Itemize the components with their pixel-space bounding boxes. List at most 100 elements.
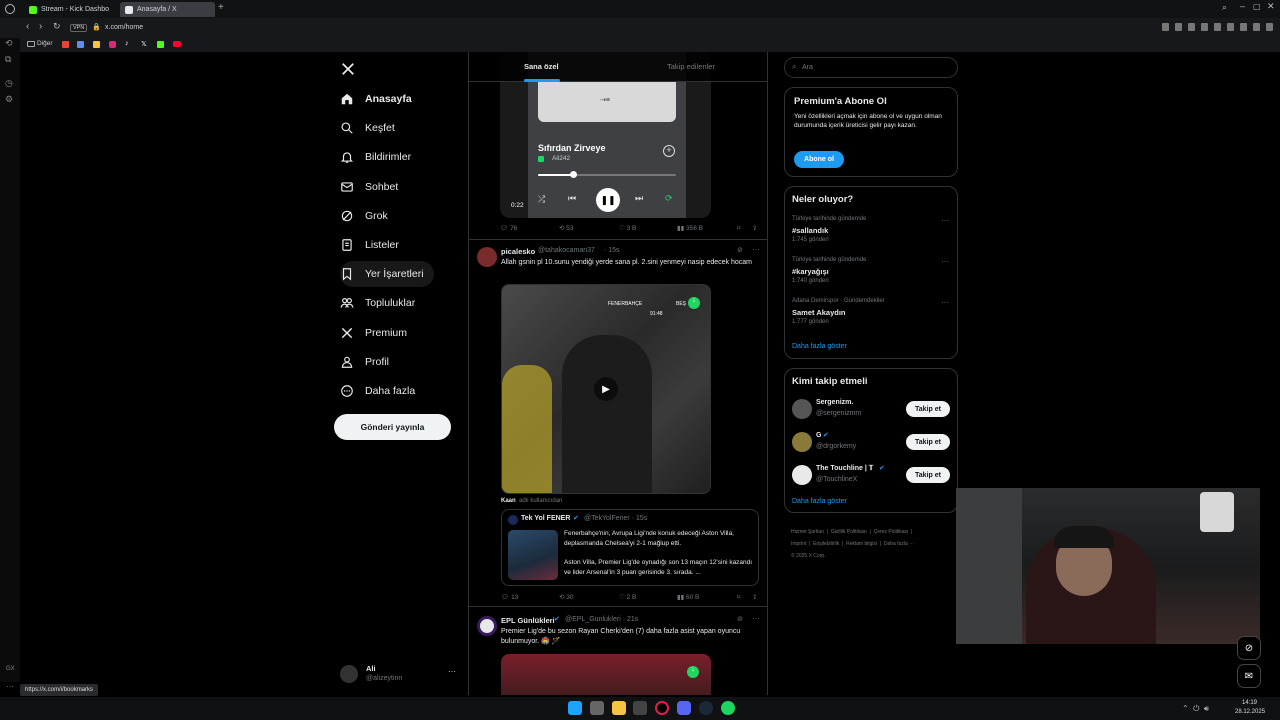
- follow-button[interactable]: Takip et: [906, 434, 950, 450]
- spotify-progress-track[interactable]: [538, 174, 676, 176]
- download-icon[interactable]: ↓: [687, 666, 699, 678]
- extension-icon[interactable]: [1162, 23, 1169, 31]
- grok-floating-icon[interactable]: ⊘: [1237, 636, 1261, 660]
- like-action[interactable]: ♡ 2 B: [619, 593, 636, 601]
- grok-icon[interactable]: ⊘: [737, 615, 743, 623]
- nav-item-7[interactable]: Yer İşaretleri: [340, 261, 434, 288]
- nav-item-5[interactable]: Grok: [340, 203, 388, 229]
- nav-item-10[interactable]: Profil: [340, 349, 389, 375]
- taskbar-time[interactable]: 14:19: [1242, 700, 1257, 706]
- search-input[interactable]: Ara: [802, 64, 813, 71]
- add-to-library-icon[interactable]: +: [663, 145, 675, 157]
- nav-item-3[interactable]: Bildirimler: [340, 144, 411, 170]
- browser-tab-x[interactable]: Anasayfa / X: [120, 2, 215, 17]
- footer-link[interactable]: Çerez Politikası: [874, 529, 909, 535]
- extension-icon[interactable]: [1175, 23, 1182, 31]
- bookmark-teams-icon[interactable]: [77, 41, 84, 48]
- address-bar[interactable]: x.com/home: [105, 24, 143, 31]
- post-more-icon[interactable]: ···: [752, 245, 760, 254]
- author-handle[interactable]: @EPL_Gunlukleri · 21s: [565, 616, 638, 623]
- forward-icon[interactable]: ›: [39, 21, 42, 32]
- app-icon[interactable]: [633, 701, 647, 715]
- avatar[interactable]: [792, 465, 812, 485]
- trends-show-more[interactable]: Daha fazla göster: [792, 343, 847, 350]
- trend-more-icon[interactable]: ···: [941, 216, 949, 225]
- browser-tab-kick[interactable]: Stream - Kick Dashbo: [24, 2, 116, 17]
- discord-icon[interactable]: [677, 701, 691, 715]
- sidebar-more-icon[interactable]: ···: [6, 682, 14, 691]
- bookmark-folder-icon[interactable]: [93, 41, 100, 48]
- account-switcher[interactable]: Ali @alizeytinn ···: [338, 662, 458, 688]
- author-handle[interactable]: @tahakocaman37: [538, 247, 595, 254]
- reload-icon[interactable]: ↻: [53, 21, 61, 32]
- back-icon[interactable]: ‹: [26, 21, 29, 32]
- account-more-icon[interactable]: ···: [448, 667, 456, 676]
- nav-item-11[interactable]: Daha fazla: [340, 378, 415, 404]
- post-time[interactable]: · 15s: [604, 247, 620, 254]
- follow-button[interactable]: Takip et: [906, 401, 950, 417]
- avatar[interactable]: [477, 616, 497, 636]
- extension-icon[interactable]: [1227, 23, 1234, 31]
- trend-more-icon[interactable]: ···: [941, 257, 949, 266]
- footer-link[interactable]: Hizmet Şartları: [791, 529, 824, 535]
- author-name[interactable]: EPL Günlükleri: [501, 616, 555, 625]
- taskbar-date[interactable]: 28.12.2025: [1235, 709, 1265, 715]
- bookmark-gmail-icon[interactable]: [62, 41, 69, 48]
- post-epl[interactable]: EPL Günlükleri ✔ @EPL_Gunlukleri · 21s ⊘…: [469, 608, 767, 695]
- nav-item-8[interactable]: Topluluklar: [340, 290, 415, 316]
- settings-gear-icon[interactable]: ⚙: [5, 94, 13, 105]
- post-picalesko[interactable]: picalesko @tahakocaman37 · 15s ⊘ ··· All…: [469, 241, 767, 607]
- repeat-icon[interactable]: ⟳: [665, 193, 673, 204]
- shuffle-icon[interactable]: ⤮: [538, 194, 545, 205]
- post-image[interactable]: ↓: [501, 654, 711, 695]
- follow-suggestion[interactable]: The Touchline | 𝐓 ✔ @TouchlineX Takip et: [792, 462, 954, 490]
- tab-following[interactable]: Takip edilenler: [667, 62, 715, 71]
- messages-floating-icon[interactable]: ✉: [1237, 664, 1261, 688]
- reply-action[interactable]: 💬︎ 76: [500, 224, 517, 232]
- footer-link[interactable]: Gizlilik Politikası: [831, 529, 867, 535]
- repost-action[interactable]: ⟲ 30: [559, 593, 574, 601]
- post-video[interactable]: FENERBAHÇE BEŞ 91:48 ↓ ▶: [501, 284, 711, 494]
- author-name[interactable]: picalesko: [501, 247, 535, 256]
- tab-for-you[interactable]: Sana özel: [524, 62, 559, 71]
- grok-icon[interactable]: ⊘: [737, 246, 743, 254]
- bookmark-kick-icon[interactable]: [157, 41, 164, 48]
- post-button[interactable]: Gönderi yayınla: [334, 414, 451, 440]
- bookmark-youtube-icon[interactable]: [173, 41, 181, 47]
- nav-item-2[interactable]: Keşfet: [340, 115, 395, 141]
- clock-icon[interactable]: ◷: [5, 78, 13, 89]
- file-explorer-icon[interactable]: [612, 701, 626, 715]
- play-video-icon[interactable]: ▶: [594, 377, 618, 401]
- extension-icon[interactable]: [1253, 23, 1260, 31]
- maximize-icon[interactable]: ▢: [1253, 2, 1261, 11]
- sidebar-gx-icon[interactable]: GX: [6, 666, 15, 672]
- follow-show-more[interactable]: Daha fazla göster: [792, 498, 847, 505]
- trend-item[interactable]: Türkiye tarihinde gündemde #karyağışı 1.74…: [792, 257, 952, 293]
- task-view-icon[interactable]: [590, 701, 604, 715]
- avatar[interactable]: [477, 247, 497, 267]
- opera-gx-icon[interactable]: [655, 701, 669, 715]
- follow-button[interactable]: Takip et: [906, 467, 950, 483]
- trend-item[interactable]: Adana Demirspor · Gündemdekiler Samet Aka…: [792, 298, 952, 334]
- pause-button[interactable]: ❚❚: [596, 188, 620, 212]
- repost-action[interactable]: ⟲ 53: [559, 224, 574, 232]
- spotify-icon[interactable]: [721, 701, 735, 715]
- history-icon[interactable]: ⟲: [5, 38, 13, 49]
- views-action[interactable]: ▮▮ 60 B: [677, 593, 699, 601]
- video-attribution-name[interactable]: Kaan: [501, 498, 516, 504]
- window-search-icon[interactable]: ⌕: [1222, 2, 1227, 13]
- previous-icon[interactable]: ⏮: [568, 193, 576, 204]
- download-icon[interactable]: ↓: [688, 297, 700, 309]
- extension-icon[interactable]: [1214, 23, 1221, 31]
- extension-icon[interactable]: [1201, 23, 1208, 31]
- browser-logo-icon[interactable]: [5, 4, 15, 14]
- bookmark-instagram-icon[interactable]: [109, 41, 116, 48]
- quote-tweet[interactable]: Tek Yol FENER ✔ @TekYolFener · 15s Fener…: [501, 509, 759, 586]
- extension-icon[interactable]: [1188, 23, 1195, 31]
- share-action-icon[interactable]: ⇪: [752, 224, 757, 232]
- footer-link[interactable]: Erişilebilirlik: [813, 541, 839, 547]
- nav-item-9[interactable]: Premium: [340, 320, 407, 346]
- bookmark-tiktok-icon[interactable]: ♪: [125, 40, 129, 47]
- vpn-badge[interactable]: VPN: [70, 24, 88, 32]
- follow-suggestion[interactable]: G ✔ @drgorkemy Takip et: [792, 429, 954, 457]
